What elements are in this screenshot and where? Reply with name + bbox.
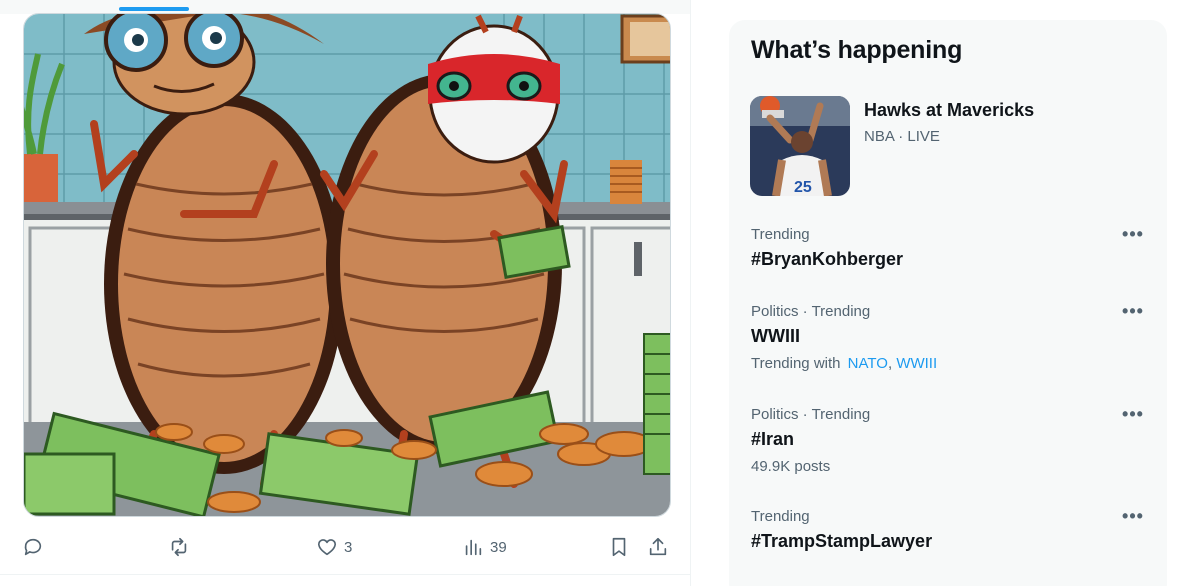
trend-post-count: 49.9K posts: [751, 458, 831, 475]
retweet-button[interactable]: [168, 532, 196, 562]
trend-context: Trending: [751, 508, 810, 525]
trend-context: Trending: [751, 226, 810, 243]
more-options-button[interactable]: •••: [1121, 402, 1145, 426]
active-tab-indicator: [119, 7, 189, 11]
trend-context: Politics · Trending: [751, 303, 871, 320]
event-league: NBA: [864, 128, 895, 145]
event-meta: NBA · LIVE: [864, 128, 940, 145]
trending-with-label: Trending with: [751, 355, 841, 372]
post-divider: [0, 574, 690, 575]
views-button[interactable]: 39: [462, 532, 507, 562]
top-tab-bar: [0, 0, 690, 14]
reply-icon: [24, 538, 42, 556]
post-action-bar: 3 39: [22, 532, 672, 562]
svg-text:25: 25: [794, 179, 812, 196]
live-event-item[interactable]: 25 Hawks at Mavericks NBA · LIVE: [750, 96, 1150, 196]
more-icon: •••: [1122, 224, 1144, 244]
page: 3 39 What’s happening 25 Hawks at Maveri…: [0, 0, 1196, 586]
retweet-icon: [171, 537, 187, 557]
panel-title: What’s happening: [751, 36, 963, 64]
share-icon: [649, 537, 667, 556]
post-column: 3 39: [0, 0, 691, 586]
trend-context: Politics · Trending: [751, 406, 871, 423]
trending-with: Trending with NATO, WWIII: [751, 355, 938, 372]
event-name: Hawks at Mavericks: [864, 100, 1035, 120]
reply-button[interactable]: [22, 532, 50, 562]
basketball-player-thumbnail: 25: [750, 96, 850, 196]
event-status: LIVE: [907, 128, 940, 145]
more-icon: •••: [1122, 506, 1144, 526]
heart-icon: [317, 539, 337, 556]
more-options-button[interactable]: •••: [1121, 299, 1145, 323]
more-options-button[interactable]: •••: [1121, 222, 1145, 246]
like-count: 3: [344, 538, 353, 556]
trending-with-link-nato[interactable]: NATO: [848, 355, 888, 372]
bookmark-button[interactable]: [608, 532, 630, 562]
more-icon: •••: [1122, 301, 1144, 321]
views-chart-icon: [465, 539, 482, 556]
more-options-button[interactable]: •••: [1121, 504, 1145, 528]
views-count: 39: [490, 538, 507, 556]
trending-with-link-wwiii[interactable]: WWIII: [896, 355, 937, 372]
trend-name: WWIII: [751, 326, 800, 346]
trend-name: #Iran: [751, 429, 795, 449]
trend-name: #BryanKohberger: [751, 249, 904, 269]
bookmark-icon: [612, 537, 626, 557]
cartoon-cockroaches-illustration: [24, 14, 670, 516]
like-button[interactable]: 3: [316, 532, 352, 562]
share-button[interactable]: [647, 532, 669, 562]
event-separator: ·: [898, 128, 904, 145]
more-icon: •••: [1122, 404, 1144, 424]
post-media-image[interactable]: [23, 13, 671, 517]
whats-happening-panel: What’s happening 25 Hawks at Mavericks N…: [729, 20, 1167, 586]
trend-name: #TrampStampLawyer: [751, 531, 933, 551]
